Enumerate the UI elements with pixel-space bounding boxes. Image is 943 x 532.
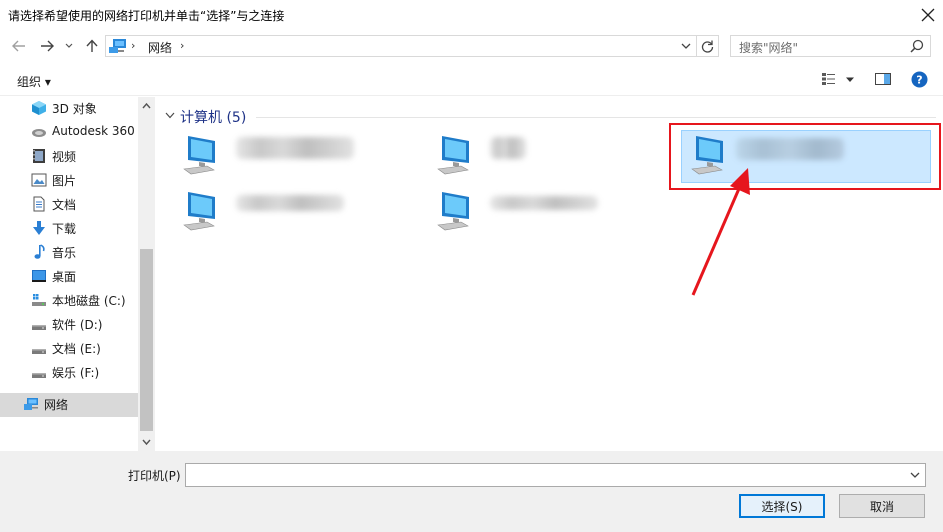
network-icon (24, 398, 38, 410)
dialog-footer: 打印机(P) 选择(S) 取消 (0, 451, 943, 532)
sidebar-item-3d-objects[interactable]: 3D 对象 (0, 97, 138, 119)
address-dropdown-icon[interactable] (679, 39, 693, 53)
computer-icon (183, 136, 215, 175)
navigation-bar: › 网络 › 搜索"网络" (0, 32, 943, 60)
computer-name (236, 195, 344, 211)
scroll-up-icon[interactable] (141, 101, 152, 112)
sidebar-item-drive-c[interactable]: 本地磁盘 (C:) (0, 289, 138, 311)
drive-icon (32, 373, 46, 378)
computer-item-5[interactable] (416, 189, 666, 241)
svg-text:?: ? (916, 74, 922, 87)
annotation-arrow-icon (691, 168, 750, 296)
music-icon (34, 244, 45, 259)
computer-item-1[interactable] (162, 133, 412, 185)
windows-drive-icon (32, 294, 46, 306)
close-icon (921, 8, 935, 22)
printer-combobox[interactable] (185, 463, 926, 487)
video-icon (33, 149, 45, 163)
back-arrow-icon (12, 40, 25, 52)
computer-name (490, 137, 526, 159)
chevron-down-icon[interactable] (909, 469, 921, 481)
search-input[interactable]: 搜索"网络" (730, 35, 931, 57)
drive-icon (32, 325, 46, 330)
recent-locations-button[interactable] (62, 35, 76, 57)
breadcrumb-chevron-icon[interactable]: › (180, 39, 184, 52)
view-dropdown-icon[interactable] (845, 77, 855, 83)
sidebar-item-videos[interactable]: 视频 (0, 145, 138, 167)
back-button[interactable] (8, 35, 30, 57)
sidebar-item-network[interactable]: 网络 (0, 393, 138, 417)
3d-objects-icon (32, 101, 46, 115)
computer-icon (183, 192, 215, 231)
scrollbar-thumb[interactable] (140, 249, 153, 431)
sidebar-item-downloads[interactable]: 下载 (0, 217, 138, 239)
breadcrumb-network[interactable]: 网络 (148, 39, 172, 56)
select-button[interactable]: 选择(S) (739, 494, 825, 518)
forward-button[interactable] (36, 35, 58, 57)
command-bar: 组织 ▾ ? (0, 64, 943, 96)
organize-menu-button[interactable]: 组织 ▾ (17, 73, 51, 90)
group-header-computers[interactable]: 计算机 (5) (180, 107, 246, 127)
computer-name (236, 137, 354, 159)
up-arrow-icon (86, 39, 98, 52)
group-divider (256, 117, 936, 118)
navigation-pane: 3D 对象 Autodesk 360 视频 图片 文档 下载 音乐 桌面 本地磁… (0, 97, 138, 451)
network-icon (109, 39, 126, 53)
computer-name (490, 196, 598, 210)
computer-item-4[interactable] (162, 189, 412, 241)
preview-pane-icon[interactable] (875, 72, 892, 86)
computer-icon (437, 136, 469, 175)
sidebar-item-music[interactable]: 音乐 (0, 241, 138, 263)
sidebar-item-drive-f[interactable]: 娱乐 (F:) (0, 361, 138, 383)
printer-field-label: 打印机(P) (128, 469, 181, 483)
cloud-icon (32, 129, 46, 137)
drive-icon (32, 349, 46, 354)
group-collapse-icon[interactable] (165, 112, 175, 119)
cancel-button[interactable]: 取消 (839, 494, 925, 518)
download-icon (33, 221, 45, 235)
refresh-button[interactable] (697, 35, 719, 57)
sidebar-item-pictures[interactable]: 图片 (0, 169, 138, 191)
window-title: 请选择希望使用的网络打印机并单击“选择”与之连接 (8, 9, 285, 23)
close-button[interactable] (913, 0, 943, 30)
sidebar-scrollbar[interactable] (138, 97, 155, 451)
picture-icon (31, 173, 47, 187)
desktop-icon (32, 270, 46, 282)
help-icon[interactable]: ? (911, 71, 928, 88)
search-icon (910, 39, 924, 53)
address-bar[interactable]: › 网络 › (105, 35, 697, 57)
chevron-down-icon (65, 43, 73, 48)
sidebar-item-autodesk-360[interactable]: Autodesk 360 (0, 121, 138, 143)
sidebar-item-drive-e[interactable]: 文档 (E:) (0, 337, 138, 359)
sidebar-item-desktop[interactable]: 桌面 (0, 265, 138, 287)
view-options-icon[interactable] (821, 72, 837, 86)
document-icon (33, 196, 45, 212)
search-placeholder: 搜索"网络" (739, 41, 799, 55)
title-bar: 请选择希望使用的网络打印机并单击“选择”与之连接 (0, 0, 943, 30)
scroll-down-icon[interactable] (141, 436, 152, 447)
sidebar-item-documents[interactable]: 文档 (0, 193, 138, 215)
up-button[interactable] (81, 35, 103, 57)
refresh-icon (701, 40, 714, 53)
computer-icon (437, 192, 469, 231)
breadcrumb-separator-icon: › (131, 39, 136, 52)
sidebar-item-drive-d[interactable]: 软件 (D:) (0, 313, 138, 335)
computer-item-2[interactable] (416, 133, 666, 185)
forward-arrow-icon (41, 40, 54, 52)
